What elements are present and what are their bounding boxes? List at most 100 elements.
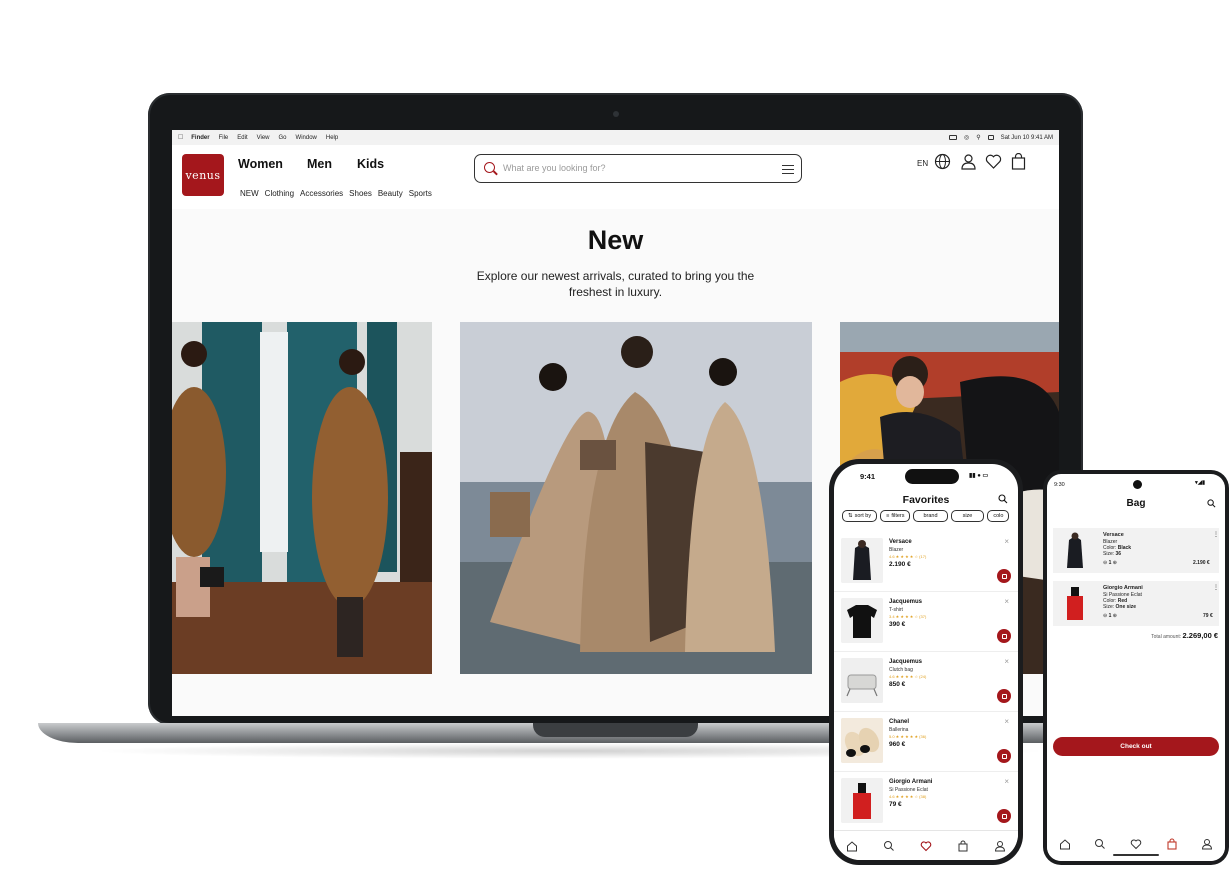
item-rating: 4.6 ★ ★ ★ ★ ☆ (17) <box>889 554 927 559</box>
favorite-item[interactable]: Jacquemus T-shirt 3.4 ★ ★ ★ ★ ☆ (37) 390… <box>834 592 1018 652</box>
product-thumbnail <box>841 778 883 823</box>
nav-women[interactable]: Women <box>238 157 283 171</box>
bag-icon[interactable] <box>1166 838 1178 850</box>
favorite-item[interactable]: Jacquemus Clutch bag 4.6 ★ ★ ★ ★ ☆ (24) … <box>834 652 1018 712</box>
menubar-item-view[interactable]: View <box>257 135 270 141</box>
filter-icon[interactable] <box>782 163 794 175</box>
add-to-bag-icon[interactable] <box>997 809 1011 823</box>
chip-color[interactable]: colo <box>987 510 1010 522</box>
subnav-new[interactable]: NEW <box>240 189 259 198</box>
menubar-datetime[interactable]: Sat Jun 10 9:41 AM <box>1001 135 1053 141</box>
filter-chips: ⇅ sort by ≡ filters brand size colo <box>842 510 1010 522</box>
favorite-item[interactable]: Chanel Ballerina 5.0 ★ ★ ★ ★ ★ (36) 960 … <box>834 712 1018 772</box>
search-icon[interactable] <box>1207 499 1216 508</box>
home-icon[interactable] <box>1059 838 1071 850</box>
product-thumbnail <box>841 718 883 763</box>
signal-wifi-battery-icon: ▮▮ ● ▭ <box>969 473 989 479</box>
android-time: 9:30 <box>1054 482 1065 488</box>
filters-icon: ≡ <box>886 513 890 519</box>
bag-item[interactable]: Versace Blazer Color: Black Size: 36 ⊖ 1… <box>1053 528 1219 573</box>
checkout-button[interactable]: Check out <box>1053 737 1219 756</box>
apple-icon[interactable]:  <box>178 134 183 141</box>
iphone-time: 9:41 <box>860 472 876 481</box>
subnav-beauty[interactable]: Beauty <box>378 189 403 198</box>
subnav-accessories[interactable]: Accessories <box>300 189 343 198</box>
add-to-bag-icon[interactable] <box>997 689 1011 703</box>
spotlight-icon[interactable]: ⚲ <box>976 134 980 141</box>
user-icon[interactable] <box>960 153 977 170</box>
menubar-item-help[interactable]: Help <box>326 135 338 141</box>
menubar-item-edit[interactable]: Edit <box>237 135 247 141</box>
plus-icon[interactable]: ⊕ <box>1113 613 1117 619</box>
item-brand: Jacquemus <box>889 659 923 665</box>
item-brand: Chanel <box>889 719 910 725</box>
add-to-bag-icon[interactable] <box>997 629 1011 643</box>
more-icon[interactable]: ⋮ <box>1213 584 1219 591</box>
chip-size[interactable]: size <box>950 510 985 522</box>
search-icon[interactable] <box>1094 838 1106 850</box>
item-price: 960 € <box>889 741 906 748</box>
item-price: 79 € <box>889 801 902 808</box>
item-brand: Versace <box>889 539 912 545</box>
control-center-icon[interactable] <box>987 135 994 140</box>
remove-icon[interactable]: × <box>1004 777 1009 786</box>
user-icon[interactable] <box>1201 838 1213 850</box>
nav-kids[interactable]: Kids <box>357 157 384 171</box>
remove-icon[interactable]: × <box>1004 537 1009 546</box>
chip-filters[interactable]: ≡ filters <box>880 510 911 522</box>
search-icon[interactable] <box>998 494 1008 504</box>
size-value: One size <box>1115 604 1137 610</box>
menubar-item-window[interactable]: Window <box>296 135 317 141</box>
bag-icon[interactable] <box>1010 153 1027 170</box>
minus-icon[interactable]: ⊖ <box>1103 560 1107 566</box>
product-thumbnail <box>841 658 883 703</box>
chip-brand[interactable]: brand <box>913 510 948 522</box>
bag-item[interactable]: Giorgio Armani Si Passione Eclat Color: … <box>1053 581 1219 626</box>
user-icon[interactable] <box>994 840 1006 852</box>
favorite-item[interactable]: Versace Blazer 4.6 ★ ★ ★ ★ ☆ (17) 2.190 … <box>834 532 1018 592</box>
favorite-item[interactable]: Giorgio Armani Si Passione Eclat 4.6 ★ ★… <box>834 772 1018 832</box>
item-price: 390 € <box>889 621 906 628</box>
language-label[interactable]: EN <box>917 159 928 168</box>
subnav-clothing[interactable]: Clothing <box>265 189 294 198</box>
more-icon[interactable]: ⋮ <box>1213 531 1219 538</box>
venus-logo[interactable]: venus <box>182 154 224 196</box>
globe-icon[interactable] <box>934 153 951 170</box>
minus-icon[interactable]: ⊖ <box>1103 613 1107 619</box>
heart-icon[interactable] <box>985 153 1002 170</box>
nav-men[interactable]: Men <box>307 157 332 171</box>
chip-sort-by[interactable]: ⇅ sort by <box>842 510 878 522</box>
item-rating: 3.4 ★ ★ ★ ★ ☆ (37) <box>889 614 927 619</box>
search-icon[interactable] <box>883 840 895 852</box>
quantity-stepper[interactable]: ⊖ 1 ⊕ <box>1103 560 1117 566</box>
menubar-item-file[interactable]: File <box>219 135 229 141</box>
menubar-item-finder[interactable]: Finder <box>191 135 209 141</box>
add-to-bag-icon[interactable] <box>997 569 1011 583</box>
android-bag: 9:30 ▾◢▮ Bag Versace Blazer Color: Black… <box>1043 470 1229 865</box>
item-name: Clutch bag <box>889 667 913 673</box>
chip-filters-label: filters <box>891 513 905 519</box>
remove-icon[interactable]: × <box>1004 717 1009 726</box>
camera-punch-hole <box>1133 480 1142 489</box>
heart-icon[interactable] <box>1130 838 1142 850</box>
iphone-screen: 9:41 ▮▮ ● ▭ Favorites ⇅ sort by ≡ filters … <box>834 464 1018 860</box>
product-photo-leopard[interactable] <box>172 322 432 674</box>
bag-icon[interactable] <box>957 840 969 852</box>
remove-icon[interactable]: × <box>1004 657 1009 666</box>
product-photo-trench[interactable] <box>460 322 812 674</box>
item-brand: Giorgio Armani <box>889 779 933 785</box>
wifi-icon[interactable]: ◎ <box>964 134 969 141</box>
subnav-sports[interactable]: Sports <box>409 189 432 198</box>
add-to-bag-icon[interactable] <box>997 749 1011 763</box>
subnav-shoes[interactable]: Shoes <box>349 189 372 198</box>
battery-icon[interactable] <box>948 135 957 140</box>
remove-icon[interactable]: × <box>1004 597 1009 606</box>
size-value: 36 <box>1115 551 1122 557</box>
search-input[interactable]: What are you looking for? <box>474 154 802 183</box>
menubar-item-go[interactable]: Go <box>279 135 287 141</box>
quantity-stepper[interactable]: ⊖ 1 ⊕ <box>1103 613 1117 619</box>
home-icon[interactable] <box>846 840 858 852</box>
site-header: venus Women Men Kids NEW Clothing Access… <box>172 145 1059 209</box>
heart-icon[interactable] <box>920 840 932 852</box>
plus-icon[interactable]: ⊕ <box>1113 560 1117 566</box>
